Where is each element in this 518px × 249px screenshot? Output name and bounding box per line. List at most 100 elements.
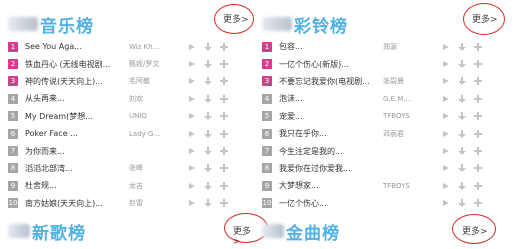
add-icon[interactable]: [473, 181, 483, 191]
add-icon[interactable]: [473, 198, 483, 208]
download-icon[interactable]: [457, 111, 467, 121]
download-icon[interactable]: [203, 163, 213, 173]
add-icon[interactable]: [473, 76, 483, 86]
list-item[interactable]: 1 See You Aga... Wiz Kh...: [8, 38, 256, 55]
artist-link[interactable]: TFBOYS: [383, 112, 441, 120]
artist-link[interactable]: 张碧晨: [383, 76, 441, 86]
artist-link[interactable]: 赵雷: [129, 198, 187, 208]
download-icon[interactable]: [203, 59, 213, 69]
play-icon[interactable]: [187, 146, 197, 156]
artist-link[interactable]: G.E.M....: [383, 95, 441, 103]
download-icon[interactable]: [457, 198, 467, 208]
add-icon[interactable]: [473, 146, 483, 156]
play-icon[interactable]: [441, 198, 451, 208]
download-icon[interactable]: [457, 94, 467, 104]
play-icon[interactable]: [187, 76, 197, 86]
more-button[interactable]: 更多>: [462, 224, 488, 237]
artist-link[interactable]: UNIQ: [129, 112, 187, 120]
download-icon[interactable]: [457, 163, 467, 173]
add-icon[interactable]: [219, 146, 229, 156]
play-icon[interactable]: [441, 59, 451, 69]
song-title-link[interactable]: 从头再来...: [25, 93, 129, 104]
song-title-link[interactable]: 为你而来...: [25, 146, 129, 157]
play-icon[interactable]: [441, 181, 451, 191]
list-item[interactable]: 6 我只在乎你... 邓丽君: [262, 125, 510, 142]
artist-link[interactable]: 张峰: [129, 163, 187, 173]
artist-link[interactable]: TFBOYS: [383, 182, 441, 190]
list-item[interactable]: 2 铁血丹心 (无线电视剧... 甄妮/罗文: [8, 55, 256, 72]
add-icon[interactable]: [473, 163, 483, 173]
add-icon[interactable]: [219, 94, 229, 104]
download-icon[interactable]: [457, 181, 467, 191]
download-icon[interactable]: [457, 59, 467, 69]
artist-link[interactable]: 刘欢: [129, 94, 187, 104]
list-item[interactable]: 5 宠爱... TFBOYS: [262, 108, 510, 125]
download-icon[interactable]: [203, 111, 213, 121]
list-item[interactable]: 8 我爱你在过你爱我...: [262, 160, 510, 177]
song-title-link[interactable]: 杜舍规...: [25, 180, 129, 191]
add-icon[interactable]: [473, 42, 483, 52]
play-icon[interactable]: [187, 181, 197, 191]
download-icon[interactable]: [457, 146, 467, 156]
song-title-link[interactable]: 我只在乎你...: [279, 128, 383, 139]
song-title-link[interactable]: Poker Face ...: [25, 129, 129, 138]
artist-link[interactable]: 龙吉: [129, 181, 187, 191]
list-item[interactable]: 7 今生注定是我的...: [262, 142, 510, 159]
list-item[interactable]: 7 为你而来...: [8, 142, 256, 159]
play-icon[interactable]: [187, 42, 197, 52]
play-icon[interactable]: [441, 94, 451, 104]
play-icon[interactable]: [441, 146, 451, 156]
add-icon[interactable]: [473, 111, 483, 121]
song-title-link[interactable]: 泡沫...: [279, 93, 383, 104]
download-icon[interactable]: [457, 42, 467, 52]
download-icon[interactable]: [203, 94, 213, 104]
add-icon[interactable]: [473, 59, 483, 69]
play-icon[interactable]: [187, 163, 197, 173]
list-item[interactable]: 3 不要忘记我爱你(电视剧... 张碧晨: [262, 73, 510, 90]
add-icon[interactable]: [219, 198, 229, 208]
list-item[interactable]: 9 杜舍规... 龙吉: [8, 177, 256, 194]
download-icon[interactable]: [203, 181, 213, 191]
artist-link[interactable]: 毛阿敏: [129, 76, 187, 86]
list-item[interactable]: 4 泡沫... G.E.M....: [262, 90, 510, 107]
play-icon[interactable]: [441, 111, 451, 121]
song-title-link[interactable]: My Dream(梦想...: [25, 111, 129, 122]
list-item[interactable]: 8 滔滔北部湾... 张峰: [8, 160, 256, 177]
artist-link[interactable]: 甄妮/罗文: [129, 59, 187, 69]
list-item[interactable]: 4 从头再来... 刘欢: [8, 90, 256, 107]
artist-link[interactable]: 郑源: [383, 42, 441, 52]
song-title-link[interactable]: 包容...: [279, 41, 383, 52]
song-title-link[interactable]: 我爱你在过你爱我...: [279, 163, 383, 174]
more-button[interactable]: 更多>: [223, 12, 249, 25]
play-icon[interactable]: [441, 129, 451, 139]
artist-link[interactable]: 邓丽君: [383, 129, 441, 139]
download-icon[interactable]: [457, 76, 467, 86]
download-icon[interactable]: [203, 129, 213, 139]
song-title-link[interactable]: 不要忘记我爱你(电视剧...: [279, 76, 383, 87]
play-icon[interactable]: [187, 94, 197, 104]
list-item[interactable]: 1 包容... 郑源: [262, 38, 510, 55]
add-icon[interactable]: [219, 181, 229, 191]
list-item[interactable]: 2 一亿个伤心(新版)...: [262, 55, 510, 72]
song-title-link[interactable]: See You Aga...: [25, 42, 129, 51]
add-icon[interactable]: [219, 42, 229, 52]
play-icon[interactable]: [187, 111, 197, 121]
song-title-link[interactable]: 宠爱...: [279, 111, 383, 122]
add-icon[interactable]: [473, 94, 483, 104]
play-icon[interactable]: [441, 76, 451, 86]
play-icon[interactable]: [187, 59, 197, 69]
download-icon[interactable]: [203, 42, 213, 52]
song-title-link[interactable]: 大梦想家...: [279, 180, 383, 191]
song-title-link[interactable]: 今生注定是我的...: [279, 146, 383, 157]
artist-link[interactable]: Wiz Kh...: [129, 43, 187, 51]
list-item[interactable]: 5 My Dream(梦想... UNIQ: [8, 108, 256, 125]
add-icon[interactable]: [219, 59, 229, 69]
download-icon[interactable]: [203, 198, 213, 208]
song-title-link[interactable]: 一亿个伤心(新版)...: [279, 59, 383, 70]
more-button[interactable]: 更多>: [472, 12, 498, 25]
play-icon[interactable]: [441, 42, 451, 52]
song-title-link[interactable]: 铁血丹心 (无线电视剧...: [25, 59, 129, 70]
song-title-link[interactable]: 滔滔北部湾...: [25, 163, 129, 174]
list-item[interactable]: 3 神的传说(天天向上)... 毛阿敏: [8, 73, 256, 90]
play-icon[interactable]: [187, 198, 197, 208]
